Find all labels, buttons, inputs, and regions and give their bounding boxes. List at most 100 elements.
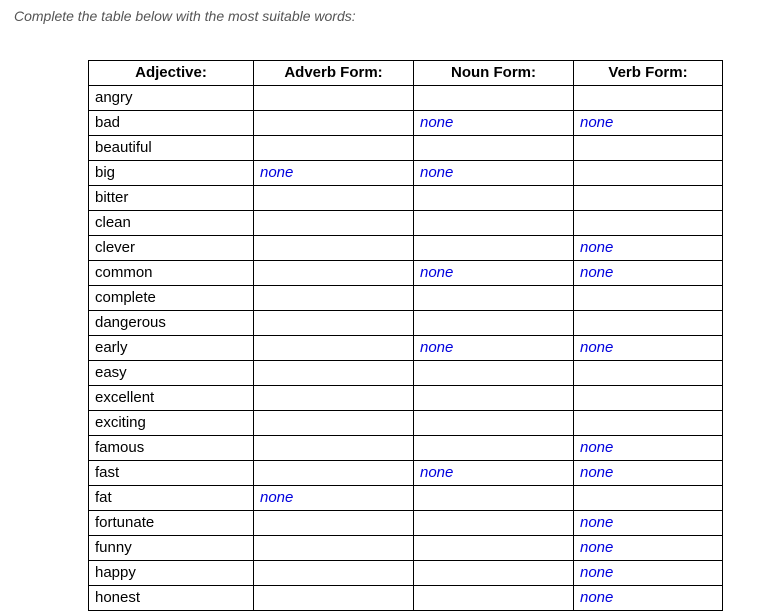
cell-adverb: none <box>254 161 414 186</box>
none-label: none <box>580 539 613 556</box>
cell-verb: none <box>574 236 723 261</box>
table-row: funnynone <box>89 536 723 561</box>
cell-noun <box>414 286 574 311</box>
cell-adjective: complete <box>89 286 254 311</box>
cell-verb: none <box>574 536 723 561</box>
cell-adverb <box>254 86 414 111</box>
table-row: complete <box>89 286 723 311</box>
cell-adverb: none <box>254 486 414 511</box>
none-label: none <box>580 589 613 606</box>
none-label: none <box>580 464 613 481</box>
cell-adverb <box>254 286 414 311</box>
none-label: none <box>260 489 293 506</box>
cell-verb: none <box>574 261 723 286</box>
table-row: beautiful <box>89 136 723 161</box>
cell-verb <box>574 361 723 386</box>
cell-noun: none <box>414 336 574 361</box>
cell-verb <box>574 161 723 186</box>
cell-verb: none <box>574 511 723 536</box>
cell-adverb <box>254 111 414 136</box>
cell-verb: none <box>574 461 723 486</box>
cell-noun <box>414 511 574 536</box>
none-label: none <box>420 464 453 481</box>
table-row: bignonenone <box>89 161 723 186</box>
cell-adverb <box>254 561 414 586</box>
none-label: none <box>580 564 613 581</box>
cell-noun: none <box>414 111 574 136</box>
cell-adverb <box>254 311 414 336</box>
cell-noun: none <box>414 161 574 186</box>
none-label: none <box>420 114 453 131</box>
cell-adjective: famous <box>89 436 254 461</box>
cell-adjective: excellent <box>89 386 254 411</box>
table-row: bitter <box>89 186 723 211</box>
cell-adjective: honest <box>89 586 254 611</box>
table-row: easy <box>89 361 723 386</box>
cell-adjective: early <box>89 336 254 361</box>
cell-verb <box>574 386 723 411</box>
table-row: common none none <box>89 261 723 286</box>
none-label: none <box>580 339 613 356</box>
cell-adverb <box>254 536 414 561</box>
none-label: none <box>580 439 613 456</box>
cell-noun <box>414 386 574 411</box>
table-row: early none none <box>89 336 723 361</box>
cell-adverb <box>254 211 414 236</box>
cell-adjective: common <box>89 261 254 286</box>
cell-noun <box>414 361 574 386</box>
cell-verb: none <box>574 111 723 136</box>
header-verb: Verb Form: <box>574 61 723 86</box>
cell-verb <box>574 486 723 511</box>
cell-verb <box>574 286 723 311</box>
cell-adjective: dangerous <box>89 311 254 336</box>
none-label: none <box>580 514 613 531</box>
header-noun: Noun Form: <box>414 61 574 86</box>
table-row: exciting <box>89 411 723 436</box>
cell-adjective: big <box>89 161 254 186</box>
cell-adverb <box>254 386 414 411</box>
table-row: dangerous <box>89 311 723 336</box>
cell-adjective: clean <box>89 211 254 236</box>
table-row: angry <box>89 86 723 111</box>
none-label: none <box>580 114 613 131</box>
cell-adjective: angry <box>89 86 254 111</box>
cell-verb <box>574 136 723 161</box>
cell-noun <box>414 86 574 111</box>
cell-verb: none <box>574 336 723 361</box>
cell-adverb <box>254 186 414 211</box>
cell-adverb <box>254 336 414 361</box>
none-label: none <box>580 239 613 256</box>
table-body: angrybadnonenonebeautifulbignonenonebitt… <box>89 86 723 611</box>
cell-adjective: happy <box>89 561 254 586</box>
cell-adverb <box>254 236 414 261</box>
cell-noun <box>414 436 574 461</box>
cell-noun: none <box>414 461 574 486</box>
table-container: Adjective: Adverb Form: Noun Form: Verb … <box>88 60 755 611</box>
cell-adjective: beautiful <box>89 136 254 161</box>
cell-adverb <box>254 411 414 436</box>
table-row: clevernone <box>89 236 723 261</box>
word-forms-table: Adjective: Adverb Form: Noun Form: Verb … <box>88 60 723 611</box>
cell-adjective: exciting <box>89 411 254 436</box>
cell-noun <box>414 311 574 336</box>
cell-adjective: bitter <box>89 186 254 211</box>
cell-noun <box>414 486 574 511</box>
cell-noun <box>414 186 574 211</box>
cell-verb <box>574 186 723 211</box>
cell-noun <box>414 236 574 261</box>
cell-verb: none <box>574 561 723 586</box>
cell-verb <box>574 411 723 436</box>
table-row: clean <box>89 211 723 236</box>
cell-noun <box>414 536 574 561</box>
table-row: fastnonenone <box>89 461 723 486</box>
cell-noun <box>414 586 574 611</box>
cell-noun: none <box>414 261 574 286</box>
none-label: none <box>420 164 453 181</box>
cell-noun <box>414 136 574 161</box>
none-label: none <box>420 264 453 281</box>
none-label: none <box>260 164 293 181</box>
table-row: honest none <box>89 586 723 611</box>
table-row: happy none <box>89 561 723 586</box>
cell-verb <box>574 211 723 236</box>
cell-adverb <box>254 361 414 386</box>
